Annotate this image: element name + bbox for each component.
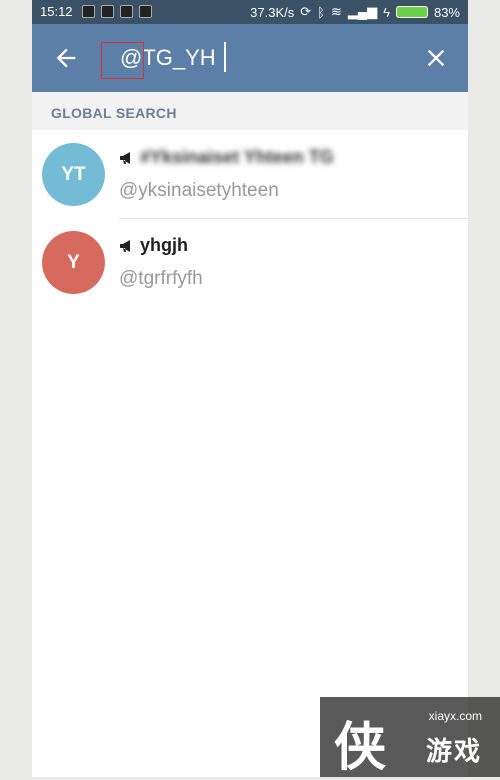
text-cursor [224, 42, 226, 72]
charging-icon: ϟ [383, 4, 390, 20]
watermark-logo-glyph: 侠 [334, 717, 387, 778]
status-time: 15:12 [40, 4, 73, 19]
status-bar: 15:12 37.3K/s ⟳ ᛒ ≋ ▂▄▆ ϟ 83% [32, 0, 468, 24]
signal-icon: ▂▄▆ [347, 4, 378, 19]
battery-percent: 83% [433, 4, 460, 20]
site-watermark: 侠 xiayx.com 游戏 [320, 697, 500, 778]
result-name: #Yksinaiset Yhteen TG [119, 147, 334, 168]
search-result-row[interactable]: Y yhgjh @tgrfrfyfh [32, 218, 468, 306]
app-notification-icon [101, 5, 114, 18]
app-notification-icon [120, 5, 133, 18]
result-username: @yksinaisetyhteen [119, 180, 279, 201]
search-input[interactable] [120, 41, 400, 75]
battery-icon [395, 6, 428, 18]
watermark-url: xiayx.com [428, 709, 482, 723]
notification-icons [82, 5, 152, 18]
app-notification-icon [139, 5, 152, 18]
close-icon[interactable] [422, 44, 450, 72]
status-right: 37.3K/s ⟳ ᛒ ≋ ▂▄▆ ϟ 83% [250, 4, 460, 20]
megaphone-icon [120, 239, 130, 252]
back-arrow-icon[interactable] [52, 44, 80, 72]
result-name-text: yhgjh [140, 235, 188, 255]
avatar: Y [42, 231, 105, 294]
result-name: yhgjh [119, 235, 188, 256]
wifi-icon: ≋ [330, 4, 342, 19]
avatar: YT [42, 143, 105, 206]
bluetooth-icon: ᛒ [317, 4, 325, 20]
network-speed: 37.3K/s [250, 4, 295, 20]
result-name-text: #Yksinaiset Yhteen TG [140, 147, 334, 167]
search-result-row[interactable]: YT #Yksinaiset Yhteen TG @yksinaisetyhte… [32, 130, 468, 219]
phone-screen: 15:12 37.3K/s ⟳ ᛒ ≋ ▂▄▆ ϟ 83% GLOBAL [32, 0, 468, 777]
global-search-header: GLOBAL SEARCH [32, 92, 468, 130]
sync-icon: ⟳ [300, 4, 312, 19]
watermark-text: 游戏 [425, 736, 482, 766]
megaphone-icon [120, 151, 130, 164]
result-username: @tgrfrfyfh [119, 268, 203, 289]
app-notification-icon [82, 5, 95, 18]
section-title: GLOBAL SEARCH [51, 105, 177, 121]
search-toolbar [32, 24, 468, 92]
